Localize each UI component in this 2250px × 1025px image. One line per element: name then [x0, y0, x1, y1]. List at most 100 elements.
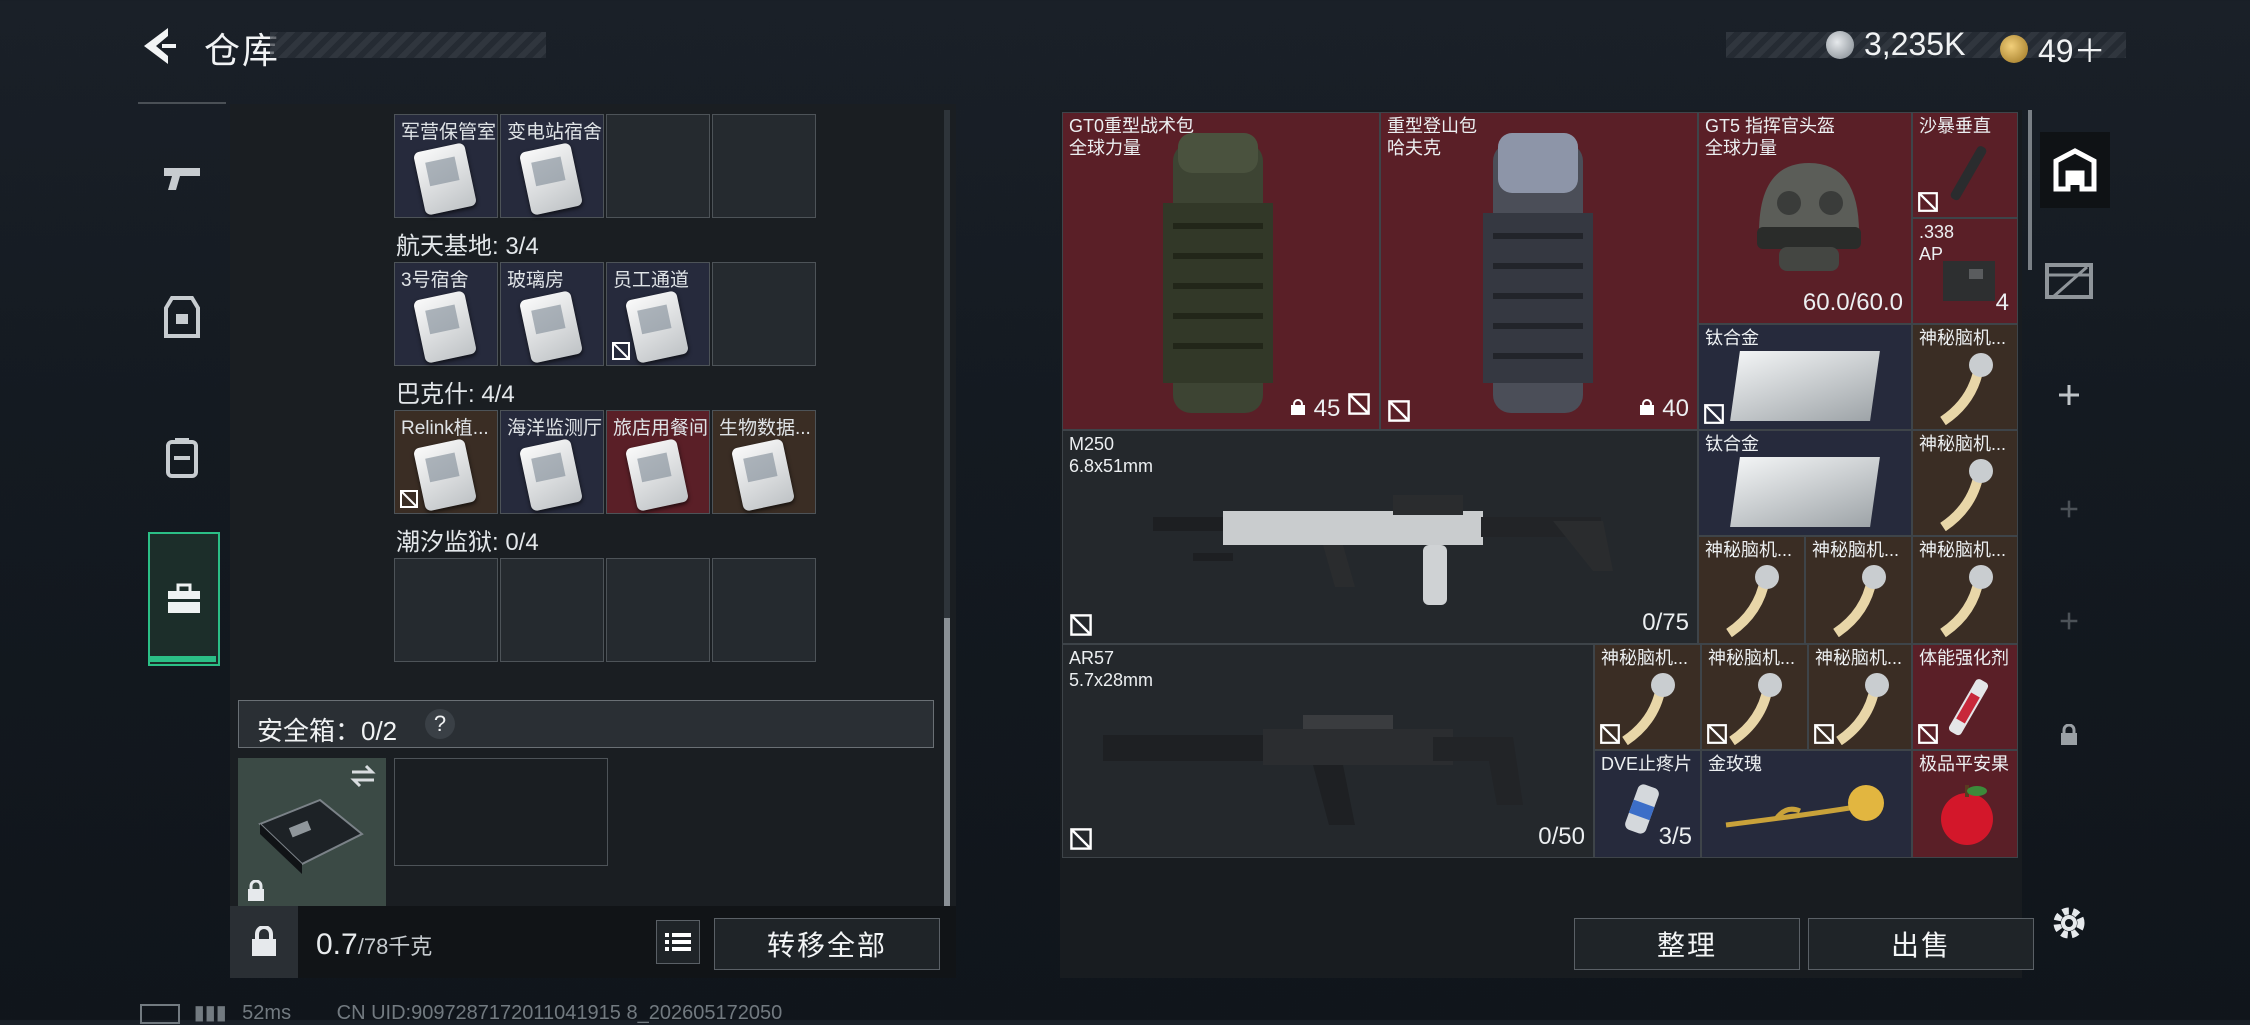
plus-icon: [2060, 612, 2078, 630]
no-insure-icon: [1707, 724, 1727, 744]
currency-gold[interactable]: 49＋: [2000, 26, 2106, 72]
keycard-icon: [624, 290, 690, 364]
settings-button[interactable]: [2040, 894, 2098, 952]
tab-backpack[interactable]: [138, 392, 226, 522]
vest-icon: [164, 296, 200, 338]
swap-icon[interactable]: [348, 764, 378, 788]
safe-case-item[interactable]: [238, 758, 386, 908]
ammo-box-image: [1943, 261, 1995, 301]
weight-lock-button[interactable]: [230, 906, 298, 978]
brain-chip-image: [1726, 565, 1779, 637]
item-338-ammo[interactable]: .338 AP 4: [1912, 218, 2018, 324]
empty-cell[interactable]: [712, 262, 816, 366]
no-insure-icon: [1600, 724, 1620, 744]
plus-icon: [2060, 500, 2078, 518]
safe-box-slot[interactable]: [394, 758, 608, 866]
left-scrollbar[interactable]: [944, 110, 950, 910]
item-titanium-alloy[interactable]: 钛合金: [1698, 430, 1912, 536]
brain-chip-image: [1622, 673, 1675, 745]
status-footer: ▮▮▮ 52ms CN UID:9097287172011041915 8_20…: [140, 1000, 782, 1025]
item-body-enhancer[interactable]: 体能强化剂: [1912, 644, 2018, 750]
room-key-cell[interactable]: 生物数据...: [712, 410, 816, 514]
item-safe-apple[interactable]: 极品平安果: [1912, 750, 2018, 858]
item-mystery-brain[interactable]: 神秘脑机...: [1912, 324, 2018, 430]
lock-icon: [2061, 724, 2077, 745]
item-mystery-brain[interactable]: 神秘脑机...: [1701, 644, 1808, 750]
currency-silver: 3,235K: [1826, 26, 1965, 63]
silver-coin-icon: [1826, 30, 1854, 59]
empty-cell[interactable]: [500, 558, 604, 662]
section-title: 航天基地: 3/4: [396, 233, 539, 260]
tab-safebox[interactable]: [148, 532, 220, 666]
item-sandstorm[interactable]: 沙暴垂直: [1912, 112, 2018, 218]
item-mystery-brain[interactable]: 神秘脑机...: [1698, 536, 1805, 644]
room-key-cell[interactable]: 玻璃房: [500, 262, 604, 366]
keycard-icon: [412, 438, 478, 512]
list-icon: [665, 933, 691, 951]
no-insure-icon: [1348, 393, 1370, 415]
item-mystery-brain[interactable]: 神秘脑机...: [1912, 536, 2018, 644]
right-scrollbar[interactable]: [2028, 110, 2032, 270]
helmet-image: [1757, 163, 1861, 271]
item-mystery-brain[interactable]: 神秘脑机...: [1912, 430, 2018, 536]
pistol-icon: [164, 168, 200, 190]
item-gt5-helmet[interactable]: GT5 指挥官头盔 全球力量 60.0/60.0: [1698, 112, 1912, 324]
sell-button[interactable]: 出售: [1808, 918, 2034, 970]
item-mystery-brain[interactable]: 神秘脑机...: [1805, 536, 1912, 644]
item-mystery-brain[interactable]: 神秘脑机...: [1594, 644, 1701, 750]
room-key-cell[interactable]: 海洋监测厅: [500, 410, 604, 514]
stash-page-1[interactable]: [2040, 132, 2110, 208]
item-dve-painkiller[interactable]: DVE止疼片 3/5: [1594, 750, 1701, 858]
section-title: 巴克什: 4/4: [396, 381, 515, 408]
rose-image: [1725, 785, 1884, 828]
item-titanium-alloy[interactable]: 钛合金: [1698, 324, 1912, 430]
stash-page-2[interactable]: [2040, 250, 2098, 308]
room-key-cell[interactable]: 变电站宿舍: [500, 114, 604, 218]
list-view-button[interactable]: [656, 920, 700, 964]
backpack-icon: [166, 438, 198, 478]
empty-cell[interactable]: [712, 558, 816, 662]
m250-gun-image: [1153, 495, 1613, 605]
item-golden-rose[interactable]: 金玫瑰: [1701, 750, 1912, 858]
locked-stash-slot[interactable]: [2040, 706, 2098, 764]
item-heavy-backpack[interactable]: 重型登山包 哈夫克 40: [1380, 112, 1698, 430]
room-key-cell[interactable]: 员工通道: [606, 262, 710, 366]
ingot-image: [1730, 351, 1880, 421]
battery-icon: [140, 1003, 180, 1024]
item-ar57[interactable]: AR57 5.7x28mm 0/50: [1062, 644, 1594, 858]
help-icon[interactable]: ?: [425, 709, 455, 739]
add-stash-button[interactable]: [2040, 366, 2098, 424]
item-gt0-backpack[interactable]: GT0重型战术包 全球力量 45: [1062, 112, 1380, 430]
backpack-image: [1163, 133, 1273, 413]
sort-button[interactable]: 整理: [1574, 918, 1800, 970]
item-m250[interactable]: M250 6.8x51mm 0/75: [1062, 430, 1698, 644]
transfer-all-button[interactable]: 转移全部: [714, 918, 940, 970]
safe-box-header: 安全箱：0/2 ?: [238, 700, 934, 748]
stash-iv-icon: [2045, 263, 2093, 299]
room-key-cell[interactable]: Relink植...: [394, 410, 498, 514]
ar57-gun-image: [1103, 715, 1523, 825]
tab-equipment[interactable]: [138, 252, 226, 382]
signal-icon: ▮▮▮: [193, 1002, 227, 1024]
keycard-icon: [412, 290, 478, 364]
room-key-cell[interactable]: 3号宿舍: [394, 262, 498, 366]
room-key-cell[interactable]: 军营保管室: [394, 114, 498, 218]
keycard-icon: [518, 438, 584, 512]
room-key-cell[interactable]: 旅店用餐间: [606, 410, 710, 514]
back-arrow-icon[interactable]: [138, 24, 178, 68]
no-insure-icon: [1388, 400, 1410, 422]
briefcase-icon: [168, 583, 200, 613]
no-insure-icon: [612, 342, 630, 360]
empty-cell[interactable]: [712, 114, 816, 218]
empty-cell[interactable]: [606, 114, 710, 218]
empty-cell[interactable]: [606, 558, 710, 662]
plus-icon: [2059, 385, 2079, 405]
tab-weapons[interactable]: [138, 112, 226, 242]
item-mystery-brain[interactable]: 神秘脑机...: [1808, 644, 1912, 750]
add-stash-button[interactable]: [2040, 480, 2098, 538]
add-stash-button[interactable]: [2040, 592, 2098, 650]
lock-icon: [252, 926, 276, 956]
empty-cell[interactable]: [394, 558, 498, 662]
title-stripe: [270, 32, 546, 58]
no-insure-icon: [1918, 724, 1938, 744]
